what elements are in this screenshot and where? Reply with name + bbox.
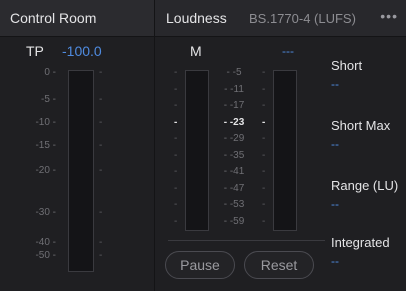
tp-scale-mark: -: [99, 140, 103, 151]
tp-scale-tick: -15 -: [35, 140, 56, 151]
loudness-scale-mark-left: -: [174, 133, 178, 144]
loudness-scale-tick: - -53: [223, 199, 245, 210]
loudness-scale-mark-left: -: [174, 84, 178, 95]
momentary-meter: [185, 70, 209, 231]
reset-button[interactable]: Reset: [244, 251, 314, 279]
loudness-scale-tick: - -5: [226, 67, 242, 78]
tp-label: TP: [26, 43, 44, 59]
tp-scale-mark: -: [99, 94, 103, 105]
loudness-scale-tick: - -35: [223, 150, 245, 161]
tp-scale-mark: -: [99, 165, 103, 176]
tp-scale-tick: -40 -: [35, 237, 56, 248]
true-peak-meter: [68, 70, 94, 272]
tp-scale-mark: -: [99, 67, 103, 78]
tp-scale-tick: 0 -: [44, 67, 56, 78]
loudness-scale-mark-right: -: [262, 117, 266, 128]
loudness-scale-mark-left: -: [174, 100, 178, 111]
loudness-scale-mark-right: -: [262, 84, 266, 95]
loudness-scale-tick: - -41: [223, 166, 245, 177]
control-room-title: Control Room: [10, 10, 97, 26]
loudness-scale-mark-right: -: [262, 166, 266, 177]
integrated-label: Integrated: [331, 235, 390, 250]
loudness-scale-mark-right: -: [262, 150, 266, 161]
loudness-scale-mark-left: -: [174, 150, 178, 161]
loudness-scale-mark-right: -: [262, 216, 266, 227]
tp-scale-mark: -: [99, 207, 103, 218]
loudness-scale-mark-left: -: [174, 117, 178, 128]
tp-scale-tick: -5 -: [41, 94, 56, 105]
tp-scale-tick: -50 -: [35, 250, 56, 261]
loudness-scale-mark-left: -: [174, 216, 178, 227]
tp-scale-mark: -: [99, 117, 103, 128]
loudness-title: Loudness: [166, 10, 227, 26]
loudness-scale-mark-left: -: [174, 166, 178, 177]
loudness-scale-tick: - -11: [224, 84, 244, 95]
loudness-scale-mark-right: -: [262, 133, 266, 144]
tp-scale-mark: -: [99, 237, 103, 248]
momentary-value: ---: [282, 44, 294, 58]
loudness-scale-mark-right: -: [262, 67, 266, 78]
short-value: --: [331, 77, 339, 91]
range-label: Range (LU): [331, 178, 399, 193]
loudness-scale-mark-right: -: [262, 199, 266, 210]
loudness-scale-mark-right: -: [262, 100, 266, 111]
short-max-label: Short Max: [331, 118, 391, 133]
loudness-scale-tick: - -17: [223, 100, 245, 111]
tp-scale-mark: -: [99, 250, 103, 261]
loudness-scale-mark-right: -: [262, 183, 266, 194]
momentary-label: M: [190, 43, 202, 59]
loudness-scale-tick: - -47: [223, 183, 245, 194]
panel-divider: [154, 0, 155, 291]
tp-scale-tick: -20 -: [35, 165, 56, 176]
loudness-scale-mark-left: -: [174, 199, 178, 210]
more-options-icon[interactable]: •••: [380, 8, 398, 24]
loudness-scale-tick: - -59: [223, 216, 245, 227]
short-max-value: --: [331, 137, 339, 151]
integrated-value: --: [331, 254, 339, 268]
range-value: --: [331, 197, 339, 211]
loudness-scale-tick: - -29: [223, 133, 245, 144]
loudness-scale-mark-left: -: [174, 183, 178, 194]
loudness-scale-mark-left: -: [174, 67, 178, 78]
tp-scale-tick: -30 -: [35, 207, 56, 218]
loudness-standard-label: BS.1770-4 (LUFS): [249, 11, 356, 26]
loudness-scale-tick: - -23: [223, 117, 245, 128]
tp-value: -100.0: [62, 43, 102, 59]
tp-scale-tick: -10 -: [35, 117, 56, 128]
short-label: Short: [331, 58, 363, 73]
short-term-meter: [273, 70, 297, 231]
pause-button[interactable]: Pause: [165, 251, 235, 279]
scale-separator: [168, 240, 325, 241]
